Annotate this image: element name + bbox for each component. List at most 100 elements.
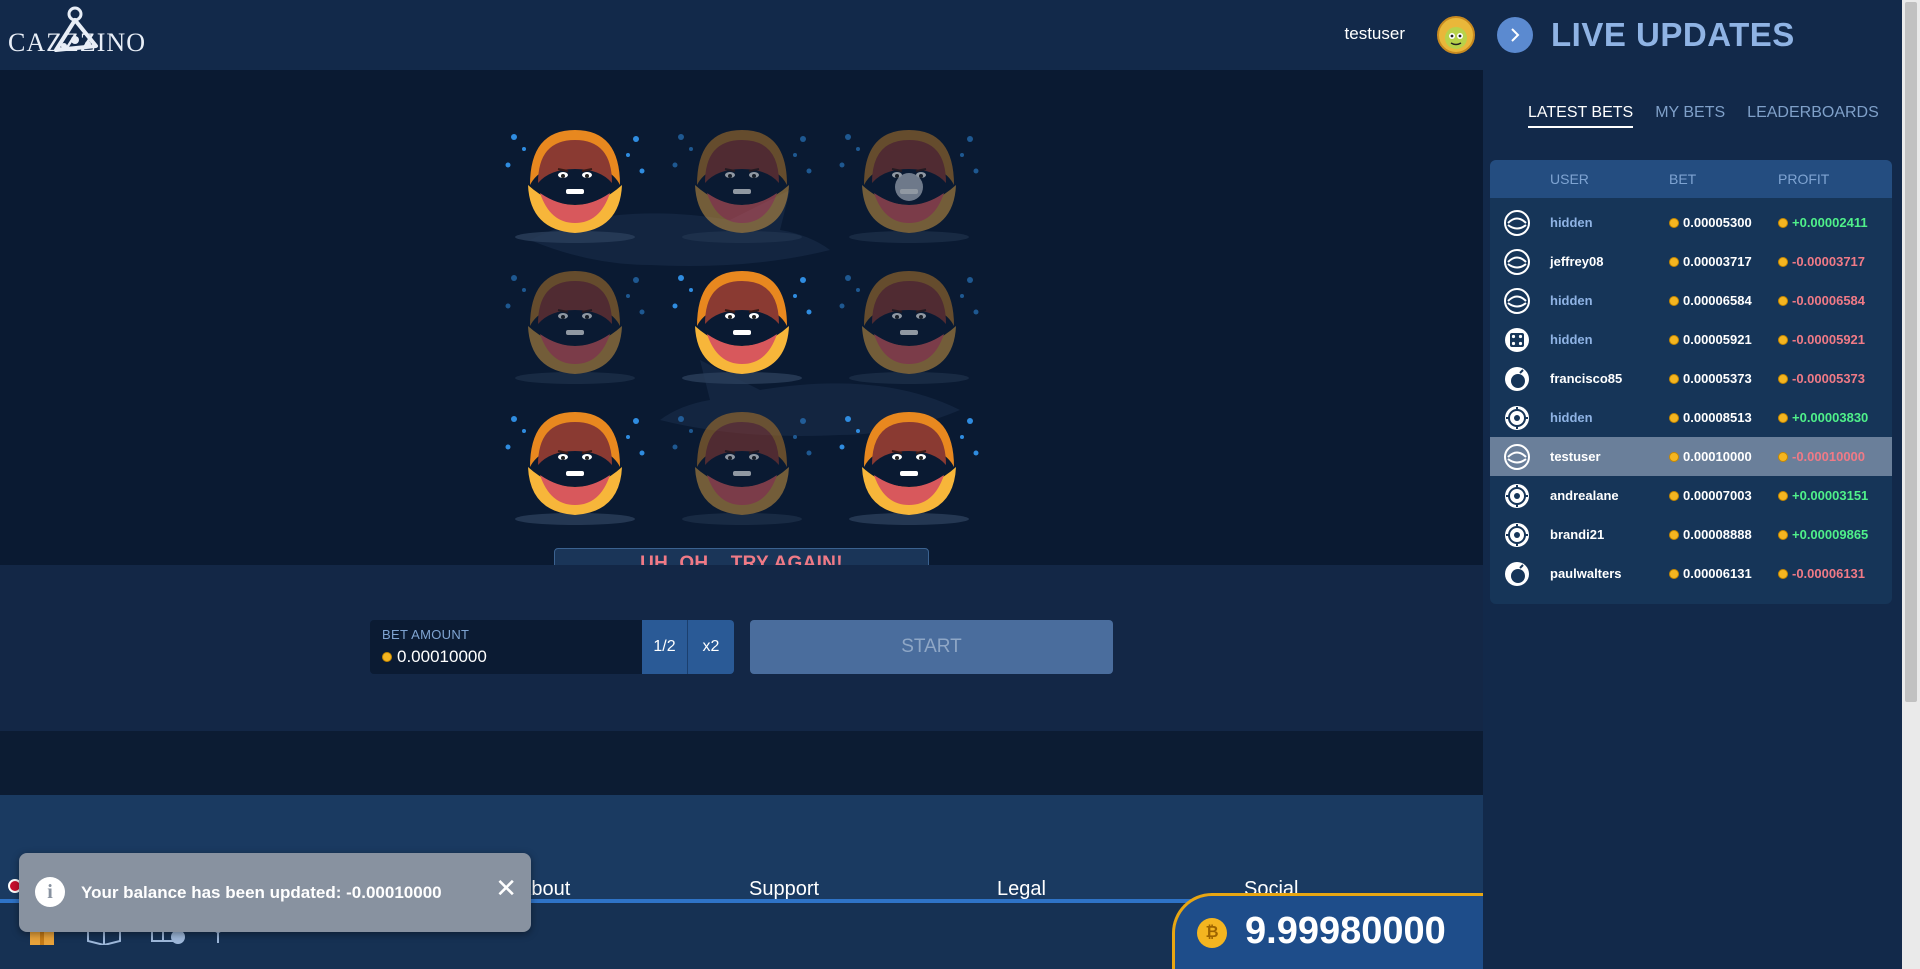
row-profit: -0.00010000 — [1778, 449, 1865, 464]
clam-icon — [1504, 444, 1530, 470]
row-profit-value: +0.00003830 — [1792, 410, 1869, 425]
clam-icon — [1504, 249, 1530, 275]
clam-icon — [1504, 210, 1530, 236]
row-user[interactable]: andrealane — [1550, 488, 1619, 503]
logo-text: CAZZZINO — [8, 28, 146, 57]
bet-amount-field[interactable]: BET AMOUNT 0.00010000 — [370, 620, 643, 674]
row-profit: -0.00005373 — [1778, 371, 1865, 386]
scrollbar[interactable] — [1902, 0, 1920, 969]
bomb-icon — [1504, 366, 1530, 392]
bitcoin-coin-icon — [1778, 451, 1788, 462]
row-profit: +0.00003830 — [1778, 410, 1868, 425]
clam-tile[interactable] — [500, 125, 650, 255]
clam-tile[interactable] — [500, 407, 650, 537]
table-row[interactable]: hidden 0.00005921 -0.00005921 — [1490, 320, 1892, 359]
row-profit-value: -0.00006131 — [1792, 566, 1866, 581]
bitcoin-coin-icon — [1669, 217, 1679, 228]
clam-icon — [505, 271, 645, 384]
user-avatar[interactable] — [1437, 16, 1475, 54]
scrollbar-thumb[interactable] — [1905, 2, 1917, 702]
dice-icon — [1504, 327, 1530, 353]
table-header: USER BET PROFIT — [1490, 160, 1892, 198]
collapse-sidebar-button[interactable] — [1497, 17, 1533, 53]
clam-tile[interactable] — [500, 266, 650, 396]
clam-tile[interactable] — [667, 125, 817, 255]
row-user[interactable]: paulwalters — [1550, 566, 1622, 581]
row-bet-value: 0.00010000 — [1683, 449, 1752, 464]
clam-tile[interactable] — [834, 407, 984, 537]
bet-amount-label: BET AMOUNT — [382, 627, 470, 642]
live-updates-sidebar: LIVE UPDATES LATEST BETS MY BETS LEADERB… — [1483, 0, 1920, 969]
bitcoin-coin-icon — [1669, 490, 1679, 501]
row-user[interactable]: brandi21 — [1550, 527, 1604, 542]
row-bet: 0.00008888 — [1669, 527, 1752, 542]
clam-icon — [839, 130, 979, 243]
clam-tile[interactable] — [834, 266, 984, 396]
row-user: hidden — [1550, 215, 1593, 230]
row-profit-value: -0.00003717 — [1792, 254, 1866, 269]
footer-legal[interactable]: Legal — [997, 878, 1046, 901]
table-row[interactable]: hidden 0.00005300 +0.00002411 — [1490, 203, 1892, 242]
close-icon[interactable]: ✕ — [495, 875, 517, 901]
username-label[interactable]: testuser — [1345, 24, 1405, 44]
bitcoin-coin-icon — [1669, 295, 1679, 306]
chevron-right-icon — [1511, 28, 1520, 42]
bitcoin-coin-icon — [1778, 490, 1788, 501]
row-profit: +0.00009865 — [1778, 527, 1868, 542]
table-row[interactable]: francisco85 0.00005373 -0.00005373 — [1490, 359, 1892, 398]
row-user[interactable]: francisco85 — [1550, 371, 1622, 386]
clam-tile[interactable] — [667, 266, 817, 396]
row-profit: -0.00005921 — [1778, 332, 1865, 347]
sidebar-tabs: LATEST BETS MY BETS LEADERBOARDS — [1528, 104, 1879, 128]
clam-tile[interactable] — [667, 407, 817, 537]
row-bet: 0.00006131 — [1669, 566, 1752, 581]
clam-tile[interactable] — [834, 125, 984, 255]
row-bet-value: 0.00006131 — [1683, 566, 1752, 581]
bet-amount-value[interactable]: 0.00010000 — [382, 647, 487, 667]
row-user[interactable]: jeffrey08 — [1550, 254, 1603, 269]
table-row[interactable]: jeffrey08 0.00003717 -0.00003717 — [1490, 242, 1892, 281]
footer-support[interactable]: Support — [749, 878, 819, 901]
bitcoin-coin-icon — [1669, 373, 1679, 384]
start-button[interactable]: START — [750, 620, 1113, 674]
row-profit-value: -0.00006584 — [1792, 293, 1866, 308]
row-profit-value: +0.00009865 — [1792, 527, 1869, 542]
result-banner: UH, OH... TRY AGAIN! — [554, 548, 929, 565]
bitcoin-coin-icon — [1778, 412, 1788, 423]
table-row[interactable]: hidden 0.00006584 -0.00006584 — [1490, 281, 1892, 320]
ball-icon — [1504, 405, 1530, 431]
bitcoin-icon: ₿ — [1197, 918, 1227, 948]
ball-icon — [1504, 483, 1530, 509]
row-bet: 0.00010000 — [1669, 449, 1752, 464]
row-user: hidden — [1550, 410, 1593, 425]
balance-value: 9.99980000 — [1245, 910, 1446, 952]
balance-toast: i Your balance has been updated: -0.0001… — [19, 853, 531, 932]
table-row[interactable]: brandi21 0.00008888 +0.00009865 — [1490, 515, 1892, 554]
game-board-area: UH, OH... TRY AGAIN! — [0, 70, 1483, 565]
tab-leaderboards[interactable]: LEADERBOARDS — [1747, 104, 1879, 128]
bitcoin-coin-icon — [1669, 334, 1679, 345]
tab-my-bets[interactable]: MY BETS — [1655, 104, 1725, 128]
half-bet-button[interactable]: 1/2 — [642, 620, 688, 674]
table-row[interactable]: paulwalters 0.00006131 -0.00006131 — [1490, 554, 1892, 593]
sidebar-title: LIVE UPDATES — [1551, 16, 1795, 53]
row-profit: -0.00006584 — [1778, 293, 1865, 308]
tab-latest-bets[interactable]: LATEST BETS — [1528, 104, 1634, 128]
bitcoin-coin-icon — [1778, 217, 1788, 228]
table-row[interactable]: testuser 0.00010000 -0.00010000 — [1490, 437, 1892, 476]
row-bet: 0.00005300 — [1669, 215, 1752, 230]
row-bet-value: 0.00005921 — [1683, 332, 1752, 347]
bitcoin-coin-icon — [1778, 295, 1788, 306]
row-profit-value: +0.00003151 — [1792, 488, 1869, 503]
table-row[interactable]: andrealane 0.00007003 +0.00003151 — [1490, 476, 1892, 515]
row-profit-value: +0.00002411 — [1792, 215, 1868, 230]
cazzzino-logo[interactable]: CAZZZINO — [8, 6, 148, 64]
balance-display[interactable]: ₿ 9.99980000 — [1172, 893, 1483, 969]
table-row[interactable]: hidden 0.00008513 +0.00003830 — [1490, 398, 1892, 437]
double-bet-button[interactable]: x2 — [688, 620, 734, 674]
row-bet-value: 0.00005300 — [1683, 215, 1752, 230]
row-profit: +0.00003151 — [1778, 488, 1868, 503]
row-user[interactable]: testuser — [1550, 449, 1601, 464]
bitcoin-coin-icon — [382, 652, 392, 662]
row-user: hidden — [1550, 293, 1593, 308]
